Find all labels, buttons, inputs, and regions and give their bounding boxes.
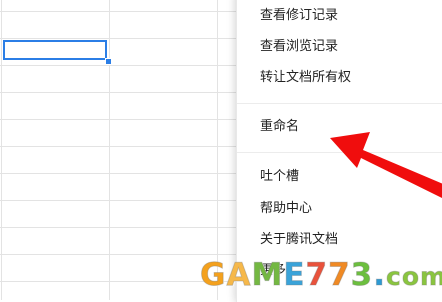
- menu-item-about[interactable]: 关于腾讯文档: [260, 231, 338, 249]
- menu-item-rename[interactable]: 重命名: [260, 118, 299, 136]
- menu-item-feedback[interactable]: 吐个槽: [260, 168, 299, 186]
- menu-divider: [237, 103, 442, 104]
- selected-cell[interactable]: [3, 40, 107, 60]
- watermark-logo: GAME773.com: [199, 257, 442, 294]
- menu-divider: [237, 152, 442, 153]
- fill-handle[interactable]: [105, 58, 112, 65]
- menu-item-help-center[interactable]: 帮助中心: [260, 200, 312, 218]
- menu-item-revision-history[interactable]: 查看修订记录: [260, 7, 338, 25]
- menu-item-transfer-ownership[interactable]: 转让文档所有权: [260, 69, 351, 87]
- menu-item-browse-history[interactable]: 查看浏览记录: [260, 38, 338, 56]
